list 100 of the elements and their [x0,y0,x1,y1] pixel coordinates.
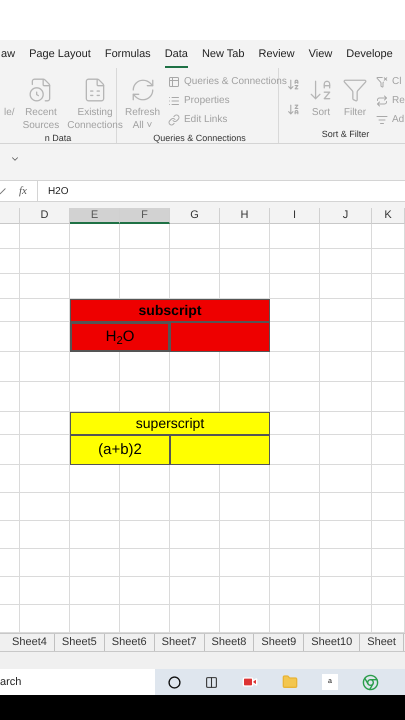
table-cell [70,577,120,605]
table-cell [0,322,20,352]
refresh-icon [130,77,156,103]
table-cell [320,322,372,352]
table-cell [120,352,170,382]
table-cell [270,521,320,549]
column-header[interactable]: E [70,208,120,224]
group-label: n Data [44,132,72,143]
ribbon-tab[interactable]: New Tab [202,46,245,68]
table-cell [320,412,372,435]
ribbon-tab[interactable]: aw [1,46,16,68]
table-cell [220,549,270,577]
table-cell [0,249,20,274]
column-header[interactable]: F [120,208,170,224]
sheet-tab[interactable]: Sheet8 [204,634,254,651]
ribbon-tab[interactable]: Page Layout [29,46,91,68]
sheet-tab[interactable]: Sheet10 [304,634,360,651]
table-cell [372,322,405,352]
column-header[interactable]: H [220,208,270,224]
table-icon [168,76,180,88]
table-cell [320,435,372,465]
table-cell [170,224,220,249]
table-cell [270,493,320,521]
table-cell [372,382,405,412]
clear-filter-icon [376,76,388,88]
table-cell [170,493,220,521]
table-cell [372,577,405,605]
search-field[interactable]: arch [0,669,155,695]
sheet-tab[interactable]: Sheet5 [54,634,105,651]
table-cell [70,224,120,249]
table-cell [372,224,405,249]
table-cell [70,493,120,521]
table-cell [320,521,372,549]
table-cell [170,465,220,493]
group-label: Sort & Filter [320,128,370,140]
table-cell [320,549,372,577]
table-cell [20,549,70,577]
ribbon-tab[interactable]: Formulas [104,46,151,68]
table-cell [320,382,372,412]
table-cell [320,299,372,322]
table-cell [170,549,220,577]
table-cell [372,299,405,322]
table-cell [120,465,170,493]
ribbon-tab[interactable]: View [308,46,332,68]
table-cell [270,465,320,493]
table-cell [20,465,70,493]
table-cell [372,412,405,435]
table-cell [270,352,320,382]
table-cell [70,465,120,493]
table-cell [70,249,120,274]
value-cell[interactable]: H$_{2}$O [70,322,170,352]
sheet-tab[interactable]: Sheet7 [154,634,204,651]
sheet-tab[interactable]: Sheet [360,634,404,651]
table-cell [0,412,20,435]
table-cell [320,274,372,299]
table-cell [120,249,170,274]
table-cell [270,549,320,577]
table-cell [120,224,170,249]
table-cell [220,224,270,249]
table-cell [220,249,270,274]
table-cell [220,521,270,549]
table-cell [320,352,372,382]
header-cell: subscript [70,299,270,322]
table-cell [20,249,70,274]
column-header[interactable]: J [320,208,372,224]
table-cell [270,224,320,249]
table-cell [270,577,320,605]
table-cell [170,577,220,605]
ribbon-tab[interactable]: Develope [346,46,393,68]
table-cell [20,521,70,549]
repeat-icon [376,94,388,106]
table-cell [120,493,170,521]
sheet-tab[interactable]: Sheet9 [254,634,304,651]
table-cell [220,352,270,382]
task-view-icon[interactable] [205,676,218,688]
table-cell [320,465,372,493]
value-cell[interactable]: (a+b)2 [70,435,170,465]
group-label: Queries & Connections [152,132,247,143]
sheet-tab[interactable]: Sheet6 [104,634,155,651]
table-cell [20,352,70,382]
table-cell [20,382,70,412]
column-header[interactable]: I [270,208,320,224]
formula-field[interactable]: H2O [36,181,405,201]
table-cell [220,577,270,605]
column-header[interactable]: G [170,208,220,224]
funnel-icon [342,77,368,103]
table-cell [270,382,320,412]
sheet-tab[interactable]: Sheet4 [5,634,55,651]
table-cell [70,521,120,549]
function-label[interactable]: fx [19,182,27,200]
header-cell: superscript [70,412,270,435]
ribbon-tab[interactable]: Review [258,46,295,68]
circle-icon[interactable] [168,676,181,688]
browser-icon[interactable] [362,674,379,690]
table-cell [270,412,320,435]
link-icon [168,114,180,126]
column-header[interactable]: K [372,208,405,224]
table-cell [20,274,70,299]
table-cell [20,577,70,605]
table-cell [320,577,372,605]
